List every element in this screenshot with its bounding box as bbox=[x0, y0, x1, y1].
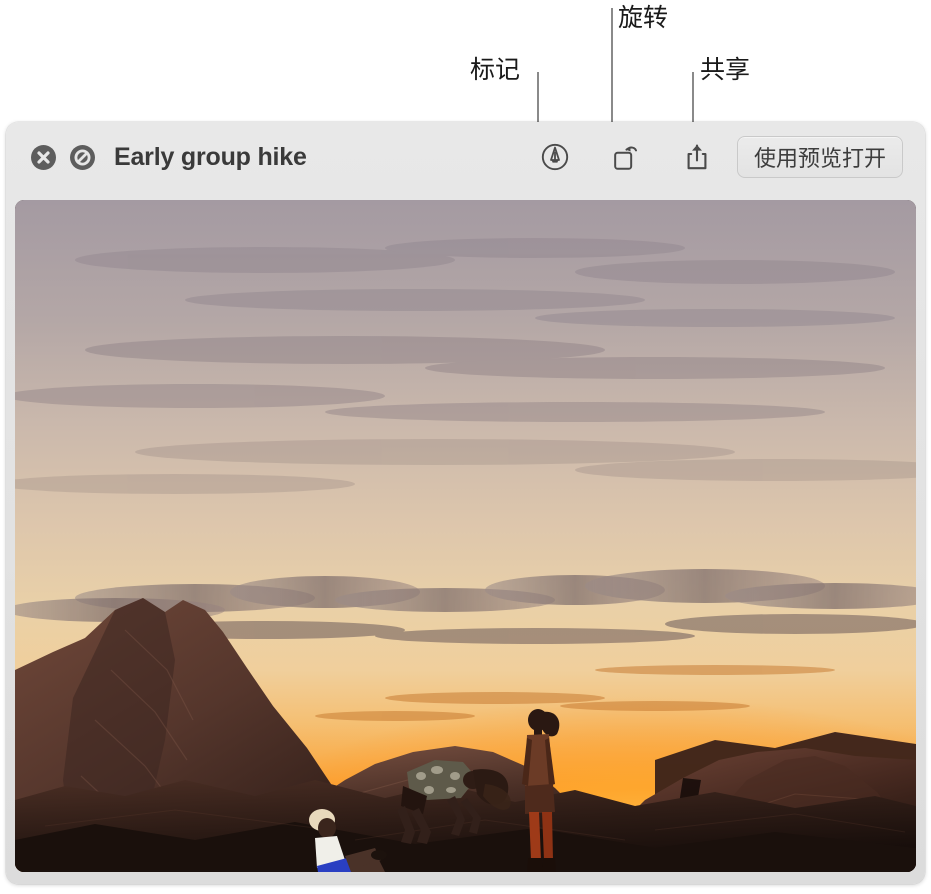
no-entry-icon bbox=[74, 149, 91, 165]
callout-label-share: 共享 bbox=[700, 55, 751, 84]
share-icon bbox=[687, 144, 707, 170]
window-toolbar bbox=[539, 141, 713, 173]
markup-tool-button[interactable] bbox=[539, 141, 571, 173]
quick-look-window: Early group hike 使用预览打开 bbox=[6, 122, 925, 884]
window-titlebar: Early group hike 使用预览打开 bbox=[6, 122, 925, 192]
open-with-preview-button[interactable]: 使用预览打开 bbox=[736, 136, 903, 178]
close-icon bbox=[37, 150, 50, 164]
callout-label-markup: 标记 bbox=[470, 55, 521, 84]
window-controls bbox=[31, 144, 95, 170]
close-button[interactable] bbox=[31, 144, 56, 170]
markup-pen-icon bbox=[541, 143, 569, 171]
rotate-icon bbox=[614, 146, 637, 170]
photo-preview[interactable] bbox=[15, 200, 916, 872]
markup-toggle-button[interactable] bbox=[70, 144, 95, 170]
callout-label-rotate: 旋转 bbox=[618, 3, 669, 32]
sunset-hikers-photo bbox=[15, 200, 916, 872]
share-tool-button[interactable] bbox=[681, 141, 713, 173]
rotate-tool-button[interactable] bbox=[610, 141, 642, 173]
page-title: Early group hike bbox=[114, 142, 307, 171]
